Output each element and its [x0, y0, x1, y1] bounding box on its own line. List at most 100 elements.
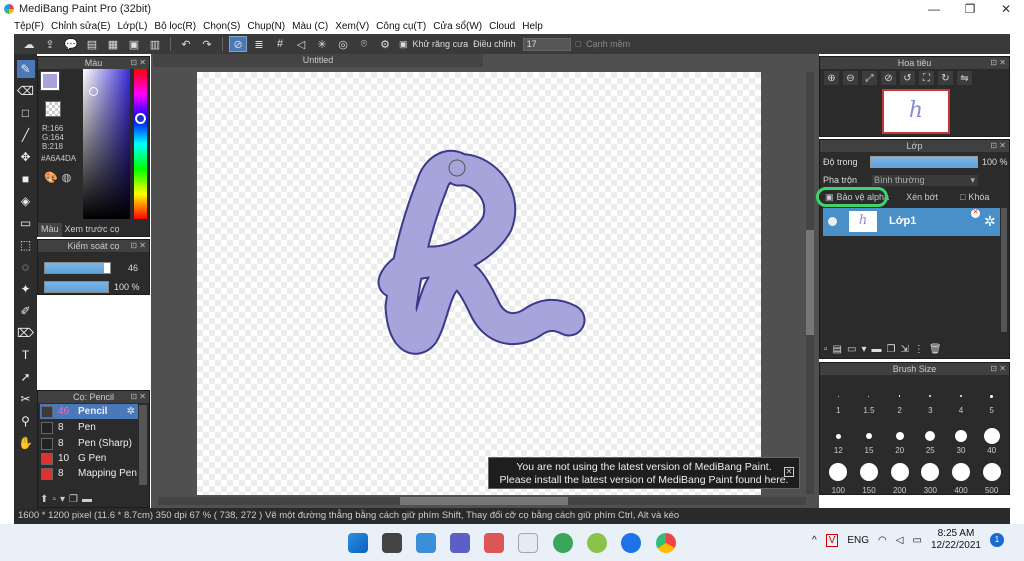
- brush-size-option[interactable]: 400: [946, 457, 977, 495]
- update-message-line2[interactable]: Please install the latest version of Med…: [489, 474, 799, 487]
- upload-icon[interactable]: ⇪: [41, 36, 59, 52]
- brush-size-option[interactable]: 15: [854, 417, 885, 455]
- close-button[interactable]: ✕: [988, 2, 1024, 16]
- battery-icon[interactable]: ▭: [912, 535, 921, 546]
- layer-opacity-slider[interactable]: [870, 156, 978, 168]
- panel-close-icon[interactable]: ⊡ ✕: [990, 363, 1006, 375]
- cloud-brush-icon[interactable]: ⬆: [40, 494, 48, 505]
- brush-item[interactable]: 46 Pencil ✲: [40, 404, 138, 419]
- brush-size-option[interactable]: 25: [915, 417, 946, 455]
- minimize-button[interactable]: —: [916, 2, 952, 16]
- panel-close-icon[interactable]: ⊡ ✕: [990, 57, 1006, 69]
- brush-size-option[interactable]: 12: [823, 417, 854, 455]
- clipping-label[interactable]: Xén bớt: [906, 192, 938, 202]
- grid-panel-icon[interactable]: ▦: [104, 36, 122, 52]
- copy-brush-icon[interactable]: ❐: [69, 494, 78, 505]
- menu-snap[interactable]: Chụp(N): [247, 21, 285, 32]
- brush-size-option[interactable]: 2: [884, 377, 915, 415]
- visibility-icon[interactable]: [828, 217, 837, 226]
- eraser-tool-icon[interactable]: ⌫: [17, 82, 35, 100]
- brush-size-option[interactable]: 1: [823, 377, 854, 415]
- add-layer-menu-icon[interactable]: ▾: [861, 344, 866, 355]
- grid-snap-icon[interactable]: #: [271, 36, 289, 52]
- app-tray-icon[interactable]: V: [825, 533, 839, 547]
- more-icon[interactable]: ⋮: [914, 344, 924, 355]
- task-view-icon[interactable]: [382, 533, 402, 553]
- brush-list-scrollbar[interactable]: [139, 405, 147, 485]
- add-brush-icon[interactable]: ▾: [60, 494, 65, 505]
- widgets-icon[interactable]: [416, 533, 436, 553]
- layout-icon[interactable]: ▥: [146, 36, 164, 52]
- frame-icon[interactable]: ▣: [125, 36, 143, 52]
- zoom-out-icon[interactable]: ⊖: [843, 71, 858, 85]
- brush-size-option[interactable]: 20: [884, 417, 915, 455]
- adjust-input[interactable]: 17: [522, 37, 571, 51]
- brush-tool-icon[interactable]: ✎: [16, 60, 35, 78]
- gradient-tool-icon[interactable]: ▭: [17, 214, 35, 232]
- menu-view[interactable]: Xem(V): [335, 21, 369, 32]
- update-notification[interactable]: You are not using the latest version of …: [488, 457, 800, 489]
- brush-size-option[interactable]: 30: [946, 417, 977, 455]
- lasso-tool-icon[interactable]: ◌: [17, 258, 35, 276]
- panel-close-icon[interactable]: ⊡ ✕: [130, 57, 146, 69]
- select-eraser-icon[interactable]: ⌦: [17, 324, 35, 342]
- brush-size-slider[interactable]: [44, 262, 111, 274]
- menu-edit[interactable]: Chỉnh sửa(E): [51, 21, 111, 32]
- folder-icon[interactable]: ▬: [871, 344, 881, 355]
- layer-name[interactable]: Lớp1: [889, 215, 916, 227]
- zoom-in-icon[interactable]: ⊕: [824, 71, 839, 85]
- trash-icon[interactable]: 🗑: [929, 344, 942, 355]
- app-icon[interactable]: [484, 533, 504, 553]
- horizontal-scroll-thumb[interactable]: [400, 497, 568, 505]
- magic-wand-icon[interactable]: ✦: [17, 280, 35, 298]
- select-tool-icon[interactable]: ⬚: [17, 236, 35, 254]
- chevron-up-icon[interactable]: ^: [812, 535, 817, 546]
- rotate-right-icon[interactable]: ↻: [938, 71, 953, 85]
- language-indicator[interactable]: ENG: [847, 535, 869, 546]
- line-tool-icon[interactable]: ╱: [17, 126, 35, 144]
- antialias-checkbox[interactable]: ▣: [399, 39, 408, 50]
- hand-tool-icon[interactable]: ✋: [17, 434, 35, 452]
- layer-item[interactable]: h Lớp1 ✕ ✲: [823, 208, 1000, 236]
- teams-chat-icon[interactable]: [450, 533, 470, 553]
- document-tab[interactable]: Untitled: [153, 54, 483, 67]
- bucket-tool-icon[interactable]: ◈: [17, 192, 35, 210]
- lock-checkbox[interactable]: □: [960, 192, 965, 202]
- wifi-icon[interactable]: ◠: [878, 535, 887, 546]
- select-pen-icon[interactable]: ✐: [17, 302, 35, 320]
- foreground-color-swatch[interactable]: [40, 71, 60, 91]
- snap-off-icon[interactable]: ⊘: [229, 36, 247, 52]
- flip-icon[interactable]: ⇋: [957, 71, 972, 85]
- fill-rect-tool-icon[interactable]: ■: [17, 170, 35, 188]
- zoom-reset-icon[interactable]: ⊘: [881, 71, 896, 85]
- brush-size-option[interactable]: 1.5: [854, 377, 885, 415]
- brush-size-option[interactable]: 5: [976, 377, 1007, 415]
- panel-icon[interactable]: ▤: [83, 36, 101, 52]
- concentric-snap-icon[interactable]: ◎: [334, 36, 352, 52]
- app-icon[interactable]: [587, 533, 607, 553]
- brush-item[interactable]: 8 Mapping Pen: [40, 466, 138, 481]
- medibang-taskbar-icon[interactable]: [518, 533, 538, 553]
- browser-icon[interactable]: [553, 533, 573, 553]
- brush-size-option[interactable]: 40: [976, 417, 1007, 455]
- menu-cloud[interactable]: Cloud: [489, 21, 515, 32]
- blend-mode-select[interactable]: Bình thường ▾: [872, 175, 978, 186]
- notification-close-button[interactable]: ✕: [784, 467, 794, 477]
- brush-item[interactable]: 10 G Pen: [40, 451, 138, 466]
- maximize-button[interactable]: ❐: [952, 2, 988, 16]
- tab-color[interactable]: Màu: [38, 223, 62, 237]
- start-icon[interactable]: [348, 533, 368, 553]
- menu-filter[interactable]: Bộ lọc(R): [154, 21, 196, 32]
- curve-snap-icon[interactable]: ⌾: [355, 36, 373, 52]
- menu-select[interactable]: Chọn(S): [203, 21, 240, 32]
- brush-size-option[interactable]: 200: [884, 457, 915, 495]
- snap-settings-icon[interactable]: ⚙: [376, 36, 394, 52]
- document-canvas[interactable]: [197, 72, 761, 495]
- menu-window[interactable]: Cửa sổ(W): [433, 21, 482, 32]
- fullscreen-icon[interactable]: ⛶: [919, 71, 934, 85]
- text-tool-icon[interactable]: T: [17, 346, 35, 364]
- comment-icon[interactable]: 💬: [62, 36, 80, 52]
- brush-item[interactable]: 8 Pen: [40, 420, 138, 435]
- brush-settings-icon[interactable]: ✲: [127, 406, 135, 417]
- new-layer-icon[interactable]: ▫: [824, 344, 828, 355]
